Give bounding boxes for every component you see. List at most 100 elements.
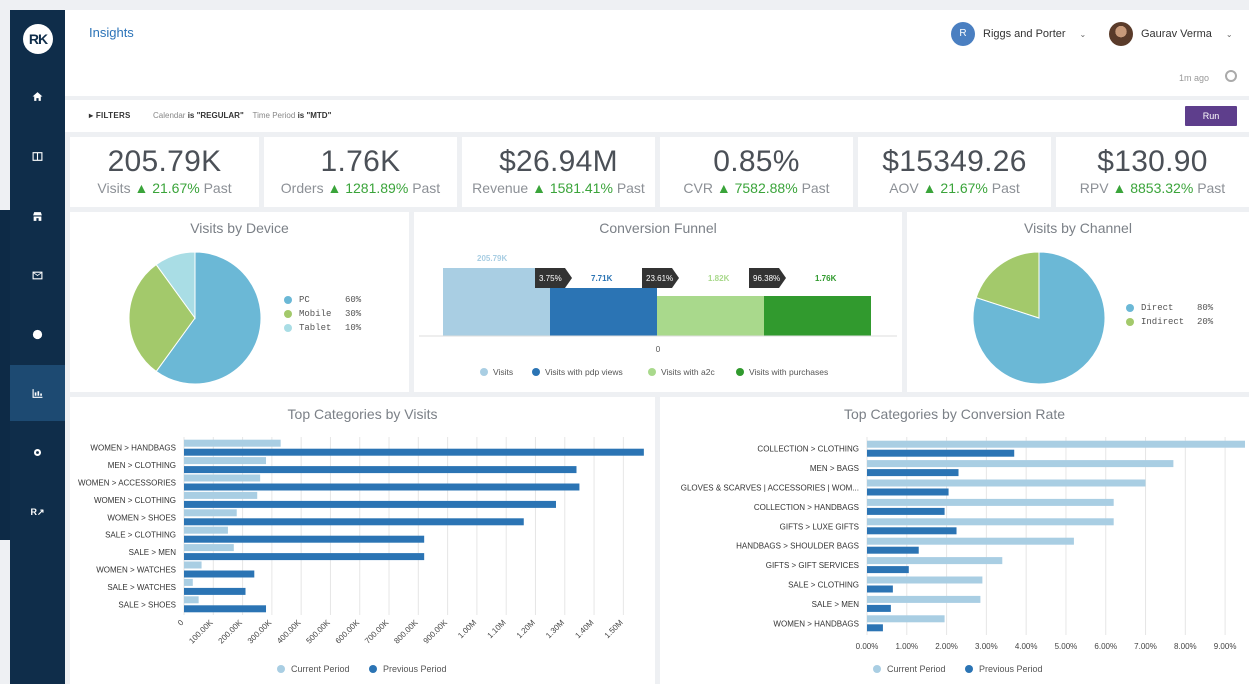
- page-title: Insights: [89, 25, 134, 40]
- bar-current-period[interactable]: [184, 526, 228, 534]
- bar-current-period[interactable]: [184, 578, 193, 586]
- bar-previous-period[interactable]: [867, 449, 1015, 457]
- bar-current-period[interactable]: [184, 509, 237, 517]
- legend-value: 10%: [345, 323, 362, 333]
- axis-tick-label: 6.00%: [1094, 642, 1117, 651]
- bar-current-period[interactable]: [867, 537, 1074, 545]
- settings-icon[interactable]: [1225, 70, 1237, 82]
- category-label: WOMEN > ACCESSORIES: [78, 479, 176, 488]
- bar-previous-period[interactable]: [867, 488, 949, 496]
- store-icon[interactable]: [10, 188, 65, 244]
- bar-previous-period[interactable]: [867, 527, 957, 535]
- filter-bar: ▸ FILTERS Calendar is "REGULAR" Time Per…: [65, 100, 1249, 132]
- gear-icon[interactable]: [10, 424, 65, 480]
- app-logo[interactable]: RK: [23, 24, 53, 54]
- bar-previous-period[interactable]: [184, 518, 524, 526]
- legend-swatch: [1126, 304, 1134, 312]
- category-label: HANDBAGS > SHOULDER BAGS: [736, 542, 859, 551]
- user-menu[interactable]: Gaurav Verma ⌄: [1109, 22, 1233, 46]
- bar-previous-period[interactable]: [867, 566, 909, 574]
- bar-previous-period[interactable]: [184, 466, 577, 474]
- bar-current-period[interactable]: [184, 561, 202, 569]
- bar-current-period[interactable]: [184, 457, 267, 465]
- bar-current-period[interactable]: [867, 576, 983, 584]
- legend-label: Direct: [1141, 303, 1174, 313]
- kpi-comparison: Orders ▲ 1281.89% Past: [264, 180, 457, 196]
- top-bar: Insights R Riggs and Porter ⌄ Gaurav Ver…: [65, 10, 1249, 96]
- legend-label: Previous Period: [979, 664, 1043, 674]
- bar-previous-period[interactable]: [867, 546, 919, 554]
- report-link-icon[interactable]: R↗: [10, 484, 65, 540]
- bar-current-period[interactable]: [184, 439, 281, 447]
- bar-previous-period[interactable]: [867, 469, 959, 477]
- bar-current-period[interactable]: [184, 474, 261, 482]
- legend-label: Visits with purchases: [749, 367, 828, 377]
- bar-previous-period[interactable]: [867, 507, 945, 515]
- legend-item: Tablet 10%: [284, 323, 361, 333]
- kpi-value: 205.79K: [107, 145, 222, 178]
- bar-current-period[interactable]: [867, 460, 1174, 468]
- device-legend: PC 60% Mobile 30% Tablet 10%: [284, 295, 361, 333]
- legend-value: 20%: [1197, 317, 1214, 327]
- legend-swatch: [284, 296, 292, 304]
- funnel-rate-label: 3.75%: [539, 274, 562, 283]
- bar-previous-period[interactable]: [867, 585, 893, 593]
- bar-previous-period[interactable]: [184, 535, 425, 543]
- globe-icon[interactable]: [10, 306, 65, 362]
- legend-label: PC: [299, 295, 310, 305]
- bar-previous-period[interactable]: [184, 570, 255, 578]
- bar-current-period[interactable]: [184, 596, 199, 604]
- axis-tick-label: 500.00K: [304, 618, 332, 646]
- bar-current-period[interactable]: [867, 440, 1245, 448]
- bar-current-period[interactable]: [867, 518, 1114, 526]
- account-selector[interactable]: R Riggs and Porter ⌄: [951, 22, 1086, 46]
- sidebar: RK R↗: [0, 10, 65, 684]
- filters-toggle[interactable]: ▸ FILTERS: [89, 111, 131, 120]
- legend-item: Indirect 20%: [1126, 317, 1213, 327]
- funnel-bar[interactable]: [550, 288, 657, 336]
- bar-previous-period[interactable]: [184, 500, 556, 508]
- app-root: RK R↗ Insights R Riggs and Porter ⌄ Gaur…: [0, 0, 1249, 684]
- funnel-rate-label: 23.61%: [646, 274, 673, 283]
- category-label: WOMEN > WATCHES: [96, 566, 176, 575]
- bar-previous-period[interactable]: [184, 553, 425, 561]
- funnel-value-label: 205.79K: [477, 254, 507, 263]
- kpi-suffix: Past: [801, 180, 830, 196]
- bar-previous-period[interactable]: [867, 624, 883, 632]
- bar-current-period[interactable]: [867, 557, 1003, 565]
- run-button[interactable]: Run: [1185, 106, 1237, 126]
- account-avatar: R: [951, 22, 975, 46]
- chart-icon[interactable]: [10, 365, 65, 421]
- category-label: WOMEN > HANDBAGS: [90, 444, 176, 453]
- kpi-delta: ▲ 8853.32%: [1112, 180, 1194, 196]
- home-icon[interactable]: [10, 68, 65, 124]
- kpi-comparison: RPV ▲ 8853.32% Past: [1056, 180, 1249, 196]
- bar-previous-period[interactable]: [184, 483, 580, 491]
- bar-current-period[interactable]: [867, 498, 1114, 506]
- axis-tick-label: 7.00%: [1134, 642, 1157, 651]
- bar-current-period[interactable]: [867, 595, 981, 603]
- bar-current-period[interactable]: [867, 615, 945, 623]
- category-label: SALE > MEN: [129, 548, 177, 557]
- axis-tick-label: 1.00%: [895, 642, 918, 651]
- funnel-bar[interactable]: [657, 296, 764, 336]
- funnel-bar[interactable]: [764, 296, 871, 336]
- bar-current-period[interactable]: [184, 544, 234, 552]
- legend-swatch: [736, 368, 744, 376]
- categories-cvr-chart: COLLECTION > CLOTHING MEN > BAGS GLOVES & …: [681, 437, 1245, 674]
- mail-icon[interactable]: [10, 247, 65, 303]
- bar-current-period[interactable]: [184, 491, 258, 499]
- bar-previous-period[interactable]: [867, 604, 891, 612]
- kpi-suffix: Past: [991, 180, 1020, 196]
- legend-value: 80%: [1197, 303, 1214, 313]
- bar-previous-period[interactable]: [184, 587, 246, 595]
- bar-previous-period[interactable]: [184, 605, 267, 613]
- filter-summary[interactable]: Calendar is "REGULAR" Time Period is "MT…: [153, 111, 331, 120]
- legend-value: 60%: [345, 295, 362, 305]
- categories-visits-chart: WOMEN > HANDBAGS MEN > CLOTHING WOMEN > AC…: [78, 437, 644, 674]
- axis-tick-label: 0.00%: [856, 642, 879, 651]
- funnel-bar[interactable]: [443, 268, 550, 336]
- dashboard-icon[interactable]: [10, 128, 65, 184]
- bar-current-period[interactable]: [867, 479, 1146, 487]
- bar-previous-period[interactable]: [184, 448, 644, 456]
